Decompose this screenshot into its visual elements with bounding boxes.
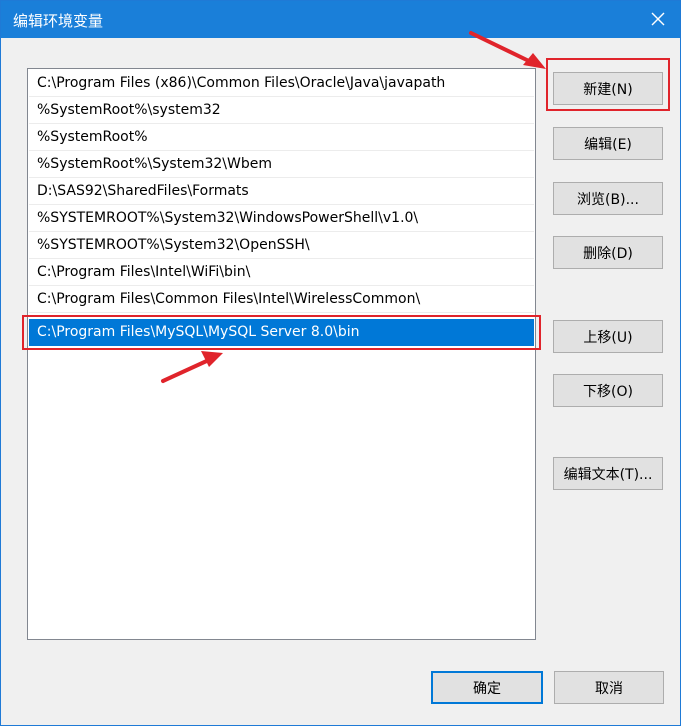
list-item[interactable]: %SYSTEMROOT%\System32\OpenSSH\ — [29, 232, 534, 259]
list-item[interactable]: C:\Program Files\Common Files\Intel\Wire… — [29, 286, 534, 313]
browse-button[interactable]: 浏览(B)... — [553, 182, 663, 215]
delete-button[interactable]: 删除(D) — [553, 236, 663, 269]
move-up-button[interactable]: 上移(U) — [553, 320, 663, 353]
cancel-button[interactable]: 取消 — [554, 671, 664, 704]
move-down-button[interactable]: 下移(O) — [553, 374, 663, 407]
list-item[interactable]: D:\SAS92\SharedFiles\Formats — [29, 178, 534, 205]
list-item[interactable]: C:\Program Files\Intel\WiFi\bin\ — [29, 259, 534, 286]
new-button[interactable]: 新建(N) — [553, 72, 663, 105]
title-bar: 编辑环境变量 — [1, 1, 680, 38]
close-button[interactable] — [638, 3, 678, 35]
path-list[interactable]: C:\Program Files (x86)\Common Files\Orac… — [27, 68, 536, 640]
edit-env-var-dialog: 编辑环境变量 C:\Program Files (x86)\Common Fil… — [0, 0, 681, 726]
list-item[interactable]: %SystemRoot%\System32\Wbem — [29, 151, 534, 178]
edit-button[interactable]: 编辑(E) — [553, 127, 663, 160]
list-item-selected[interactable]: C:\Program Files\MySQL\MySQL Server 8.0\… — [29, 319, 534, 346]
dialog-title: 编辑环境变量 — [13, 12, 104, 30]
ok-button[interactable]: 确定 — [431, 671, 543, 704]
list-item[interactable]: %SystemRoot%\system32 — [29, 97, 534, 124]
close-icon — [651, 12, 665, 26]
list-item[interactable]: %SYSTEMROOT%\System32\WindowsPowerShell\… — [29, 205, 534, 232]
edit-text-button[interactable]: 编辑文本(T)... — [553, 457, 663, 490]
list-item[interactable]: C:\Program Files (x86)\Common Files\Orac… — [29, 70, 534, 97]
list-item[interactable]: %SystemRoot% — [29, 124, 534, 151]
arrow-to-new-button-icon — [469, 31, 546, 69]
